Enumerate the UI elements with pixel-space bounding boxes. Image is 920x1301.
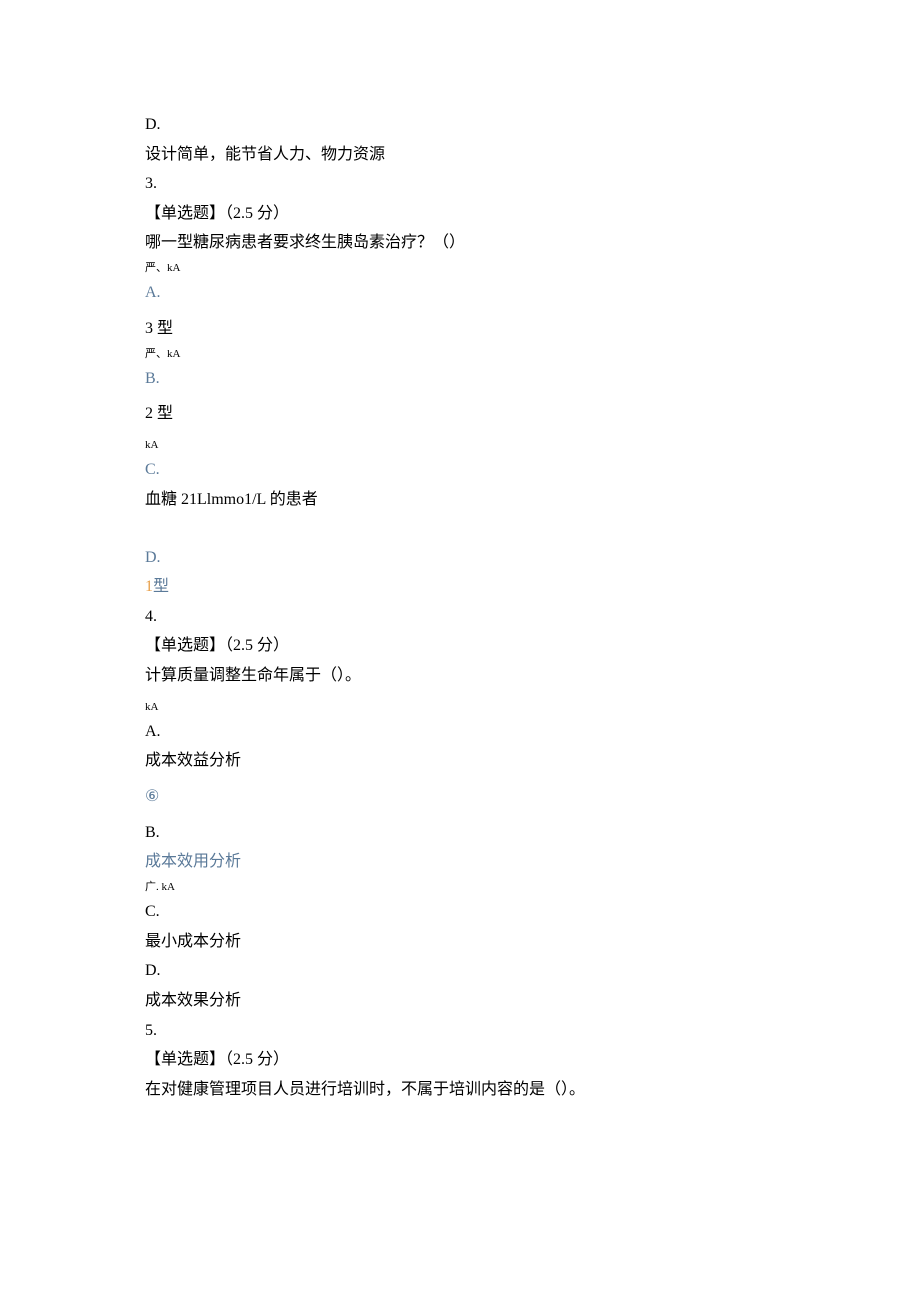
q4-marker-a: kA bbox=[145, 697, 775, 717]
q3-question-text: 哪一型糖尿病患者要求终生胰岛素治疗？（） bbox=[145, 228, 775, 258]
q3-answer: 1型 bbox=[145, 572, 775, 602]
q4-option-d-letter: D. bbox=[145, 956, 775, 986]
q4-points: （2.5 分） bbox=[225, 637, 289, 654]
q3-number: 3. bbox=[145, 169, 775, 199]
q4-type-label: 【单选题】 bbox=[145, 637, 225, 654]
q3-option-a-text: 3 型 bbox=[145, 314, 775, 344]
q3-answer-num: 1 bbox=[145, 578, 153, 595]
q3-option-a-letter: A. bbox=[145, 278, 775, 308]
q4-answer-text: 成本效用分析 bbox=[145, 847, 775, 877]
q3-type-label: 【单选题】 bbox=[145, 205, 225, 222]
q2-option-d-text: 设计简单，能节省人力、物力资源 bbox=[145, 140, 775, 170]
q3-option-b-text: 2 型 bbox=[145, 399, 775, 429]
q2-option-d-letter: D. bbox=[145, 110, 775, 140]
q4-option-a-text: 成本效益分析 bbox=[145, 746, 775, 776]
q4-option-c-letter: C. bbox=[145, 897, 775, 927]
q4-option-b-letter: B. bbox=[145, 818, 775, 848]
q3-marker-b: 严、kA bbox=[145, 344, 775, 364]
q4-marker-c: 广. kA bbox=[145, 877, 775, 897]
q3-points: （2.5 分） bbox=[225, 205, 289, 222]
q5-points: （2.5 分） bbox=[225, 1051, 289, 1068]
q3-option-c-text: 血糖 21Llmmo1/L 的患者 bbox=[145, 485, 775, 515]
q5-number: 5. bbox=[145, 1016, 775, 1046]
q3-option-d-letter: D. bbox=[145, 543, 775, 573]
q3-option-c-letter: C. bbox=[145, 455, 775, 485]
q4-header: 【单选题】（2.5 分） bbox=[145, 631, 775, 661]
q3-marker-c: kA bbox=[145, 435, 775, 455]
q3-marker-a: 严、kA bbox=[145, 258, 775, 278]
q3-option-b-letter: B. bbox=[145, 364, 775, 394]
q4-option-d-text: 成本效果分析 bbox=[145, 986, 775, 1016]
q5-question-text: 在对健康管理项目人员进行培训时，不属于培训内容的是（）。 bbox=[145, 1075, 775, 1105]
q3-header: 【单选题】（2.5 分） bbox=[145, 199, 775, 229]
q5-type-label: 【单选题】 bbox=[145, 1051, 225, 1068]
q4-option-a-letter: A. bbox=[145, 717, 775, 747]
q3-answer-text: 型 bbox=[153, 578, 169, 595]
q4-question-text: 计算质量调整生命年属于（）。 bbox=[145, 661, 775, 691]
q4-option-c-text: 最小成本分析 bbox=[145, 927, 775, 957]
q4-number: 4. bbox=[145, 602, 775, 632]
q5-header: 【单选题】（2.5 分） bbox=[145, 1045, 775, 1075]
q4-circled-mark: ⑥ bbox=[145, 782, 775, 812]
